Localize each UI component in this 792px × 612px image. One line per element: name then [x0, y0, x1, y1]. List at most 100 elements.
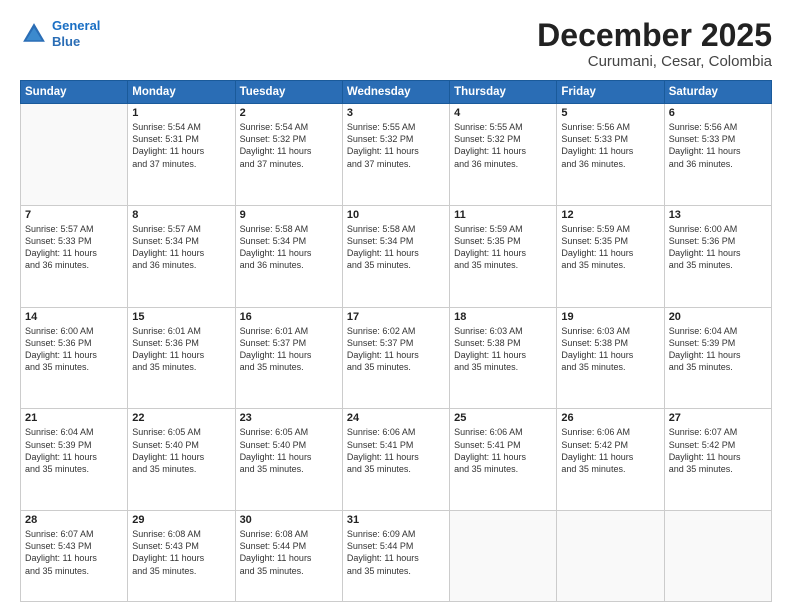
day-info: Sunrise: 5:57 AM Sunset: 5:34 PM Dayligh… — [132, 223, 230, 272]
calendar-cell: 30 Sunrise: 6:08 AM Sunset: 5:44 PM Dayli… — [235, 511, 342, 602]
calendar-cell — [664, 511, 771, 602]
day-number: 30 — [240, 514, 338, 526]
day-info: Sunrise: 6:04 AM Sunset: 5:39 PM Dayligh… — [25, 426, 123, 475]
day-info: Sunrise: 5:54 AM Sunset: 5:32 PM Dayligh… — [240, 121, 338, 170]
calendar-cell: 20Sunrise: 6:04 AM Sunset: 5:39 PM Dayli… — [664, 307, 771, 409]
calendar-cell: 29Sunrise: 6:08 AM Sunset: 5:43 PM Dayli… — [128, 511, 235, 602]
logo-text: General Blue — [52, 18, 100, 49]
calendar-cell: 8 Sunrise: 5:57 AM Sunset: 5:34 PM Daylig… — [128, 205, 235, 307]
day-info: Sunrise: 6:01 AM Sunset: 5:36 PM Dayligh… — [132, 325, 230, 374]
day-number: 19 — [561, 311, 659, 323]
calendar-cell — [21, 104, 128, 206]
day-info: Sunrise: 5:59 AM Sunset: 5:35 PM Dayligh… — [454, 223, 552, 272]
header-day-tuesday: Tuesday — [235, 81, 342, 104]
calendar-cell: 10 Sunrise: 5:58 AM Sunset: 5:34 PM Dayli… — [342, 205, 449, 307]
calendar-cell: 2Sunrise: 5:54 AM Sunset: 5:32 PM Daylig… — [235, 104, 342, 206]
day-number: 15 — [132, 311, 230, 323]
day-info: Sunrise: 6:06 AM Sunset: 5:41 PM Dayligh… — [347, 426, 445, 475]
calendar-cell: 15 Sunrise: 6:01 AM Sunset: 5:36 PM Dayli… — [128, 307, 235, 409]
day-info: Sunrise: 6:08 AM Sunset: 5:44 PM Dayligh… — [240, 528, 338, 577]
calendar-cell: 27Sunrise: 6:07 AM Sunset: 5:42 PM Dayli… — [664, 409, 771, 511]
day-info: Sunrise: 6:00 AM Sunset: 5:36 PM Dayligh… — [25, 325, 123, 374]
day-number: 18 — [454, 311, 552, 323]
day-info: Sunrise: 6:06 AM Sunset: 5:41 PM Dayligh… — [454, 426, 552, 475]
day-info: Sunrise: 5:56 AM Sunset: 5:33 PM Dayligh… — [561, 121, 659, 170]
day-number: 28 — [25, 514, 123, 526]
day-info: Sunrise: 5:56 AM Sunset: 5:33 PM Dayligh… — [669, 121, 767, 170]
calendar-cell: 31Sunrise: 6:09 AM Sunset: 5:44 PM Dayli… — [342, 511, 449, 602]
calendar-cell — [557, 511, 664, 602]
main-title: December 2025 — [537, 18, 772, 53]
day-number: 31 — [347, 514, 445, 526]
day-info: Sunrise: 5:57 AM Sunset: 5:33 PM Dayligh… — [25, 223, 123, 272]
day-number: 26 — [561, 412, 659, 424]
week-row-4: 21 Sunrise: 6:04 AM Sunset: 5:39 PM Dayli… — [21, 409, 772, 511]
header-day-thursday: Thursday — [450, 81, 557, 104]
calendar-cell: 19 Sunrise: 6:03 AM Sunset: 5:38 PM Dayli… — [557, 307, 664, 409]
day-number: 21 — [25, 412, 123, 424]
day-number: 14 — [25, 311, 123, 323]
day-info: Sunrise: 5:55 AM Sunset: 5:32 PM Dayligh… — [454, 121, 552, 170]
day-number: 6 — [669, 107, 767, 119]
day-info: Sunrise: 5:55 AM Sunset: 5:32 PM Dayligh… — [347, 121, 445, 170]
title-block: December 2025 Curumani, Cesar, Colombia — [537, 18, 772, 70]
day-info: Sunrise: 5:54 AM Sunset: 5:31 PM Dayligh… — [132, 121, 230, 170]
calendar-cell: 13 Sunrise: 6:00 AM Sunset: 5:36 PM Dayli… — [664, 205, 771, 307]
header-day-monday: Monday — [128, 81, 235, 104]
page: General Blue December 2025 Curumani, Ces… — [0, 0, 792, 612]
day-info: Sunrise: 6:07 AM Sunset: 5:43 PM Dayligh… — [25, 528, 123, 577]
calendar-cell: 7 Sunrise: 5:57 AM Sunset: 5:33 PM Daylig… — [21, 205, 128, 307]
day-number: 3 — [347, 107, 445, 119]
logo-icon — [20, 20, 48, 48]
day-info: Sunrise: 6:06 AM Sunset: 5:42 PM Dayligh… — [561, 426, 659, 475]
day-number: 5 — [561, 107, 659, 119]
day-info: Sunrise: 6:05 AM Sunset: 5:40 PM Dayligh… — [132, 426, 230, 475]
day-info: Sunrise: 5:58 AM Sunset: 5:34 PM Dayligh… — [347, 223, 445, 272]
calendar-header-row: SundayMondayTuesdayWednesdayThursdayFrid… — [21, 81, 772, 104]
day-number: 24 — [347, 412, 445, 424]
calendar-cell — [450, 511, 557, 602]
day-number: 8 — [132, 209, 230, 221]
calendar-table: SundayMondayTuesdayWednesdayThursdayFrid… — [20, 80, 772, 602]
day-number: 7 — [25, 209, 123, 221]
calendar-cell: 4Sunrise: 5:55 AM Sunset: 5:32 PM Daylig… — [450, 104, 557, 206]
calendar-cell: 16Sunrise: 6:01 AM Sunset: 5:37 PM Dayli… — [235, 307, 342, 409]
week-row-1: 1 Sunrise: 5:54 AM Sunset: 5:31 PM Daylig… — [21, 104, 772, 206]
calendar-cell: 14 Sunrise: 6:00 AM Sunset: 5:36 PM Dayli… — [21, 307, 128, 409]
calendar-cell: 17 Sunrise: 6:02 AM Sunset: 5:37 PM Dayli… — [342, 307, 449, 409]
day-number: 10 — [347, 209, 445, 221]
day-info: Sunrise: 6:00 AM Sunset: 5:36 PM Dayligh… — [669, 223, 767, 272]
calendar-cell: 1 Sunrise: 5:54 AM Sunset: 5:31 PM Daylig… — [128, 104, 235, 206]
calendar-cell: 23 Sunrise: 6:05 AM Sunset: 5:40 PM Dayli… — [235, 409, 342, 511]
day-number: 13 — [669, 209, 767, 221]
calendar-cell: 11 Sunrise: 5:59 AM Sunset: 5:35 PM Dayli… — [450, 205, 557, 307]
logo-line2: Blue — [52, 34, 80, 49]
calendar-cell: 3 Sunrise: 5:55 AM Sunset: 5:32 PM Daylig… — [342, 104, 449, 206]
week-row-3: 14 Sunrise: 6:00 AM Sunset: 5:36 PM Dayli… — [21, 307, 772, 409]
subtitle: Curumani, Cesar, Colombia — [537, 53, 772, 70]
day-number: 20 — [669, 311, 767, 323]
day-info: Sunrise: 6:05 AM Sunset: 5:40 PM Dayligh… — [240, 426, 338, 475]
header-day-friday: Friday — [557, 81, 664, 104]
day-number: 22 — [132, 412, 230, 424]
day-info: Sunrise: 6:03 AM Sunset: 5:38 PM Dayligh… — [561, 325, 659, 374]
day-info: Sunrise: 5:59 AM Sunset: 5:35 PM Dayligh… — [561, 223, 659, 272]
day-number: 11 — [454, 209, 552, 221]
day-number: 12 — [561, 209, 659, 221]
calendar-cell: 22 Sunrise: 6:05 AM Sunset: 5:40 PM Dayli… — [128, 409, 235, 511]
header-day-saturday: Saturday — [664, 81, 771, 104]
calendar-cell: 12 Sunrise: 5:59 AM Sunset: 5:35 PM Dayli… — [557, 205, 664, 307]
week-row-5: 28 Sunrise: 6:07 AM Sunset: 5:43 PM Dayli… — [21, 511, 772, 602]
day-number: 9 — [240, 209, 338, 221]
day-number: 1 — [132, 107, 230, 119]
header: General Blue December 2025 Curumani, Ces… — [20, 18, 772, 70]
logo: General Blue — [20, 18, 100, 49]
day-info: Sunrise: 6:01 AM Sunset: 5:37 PM Dayligh… — [240, 325, 338, 374]
day-number: 29 — [132, 514, 230, 526]
day-number: 17 — [347, 311, 445, 323]
logo-line1: General — [52, 18, 100, 33]
day-number: 23 — [240, 412, 338, 424]
header-day-wednesday: Wednesday — [342, 81, 449, 104]
day-info: Sunrise: 5:58 AM Sunset: 5:34 PM Dayligh… — [240, 223, 338, 272]
day-info: Sunrise: 6:02 AM Sunset: 5:37 PM Dayligh… — [347, 325, 445, 374]
